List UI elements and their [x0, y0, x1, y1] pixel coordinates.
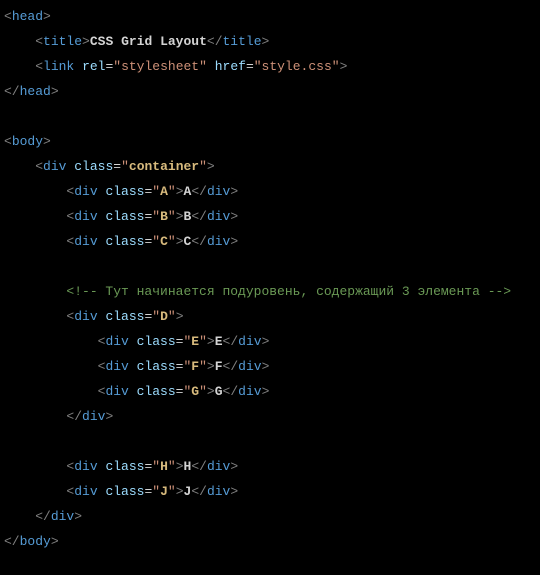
code-line: </body> — [0, 529, 540, 554]
code-line — [0, 104, 540, 129]
code-line: <body> — [0, 129, 540, 154]
code-line: </div> — [0, 504, 540, 529]
code-line: <div class="H">H</div> — [0, 454, 540, 479]
code-line: <title>CSS Grid Layout</title> — [0, 29, 540, 54]
code-line: <div class="B">B</div> — [0, 204, 540, 229]
code-line: </head> — [0, 79, 540, 104]
code-line: <div class="J">J</div> — [0, 479, 540, 504]
code-line: <div class="C">C</div> — [0, 229, 540, 254]
code-line: <div class="container"> — [0, 154, 540, 179]
code-line — [0, 429, 540, 454]
code-line: <!-- Тут начинается подуровень, содержащ… — [0, 279, 540, 304]
code-line: <div class="D"> — [0, 304, 540, 329]
code-line: <div class="A">A</div> — [0, 179, 540, 204]
code-line: <head> — [0, 4, 540, 29]
code-line: <div class="F">F</div> — [0, 354, 540, 379]
code-line — [0, 254, 540, 279]
code-line: <div class="E">E</div> — [0, 329, 540, 354]
code-line: <div class="G">G</div> — [0, 379, 540, 404]
code-line: </div> — [0, 404, 540, 429]
code-line: <link rel="stylesheet" href="style.css"> — [0, 54, 540, 79]
code-editor: <head> <title>CSS Grid Layout</title> <l… — [0, 4, 540, 554]
